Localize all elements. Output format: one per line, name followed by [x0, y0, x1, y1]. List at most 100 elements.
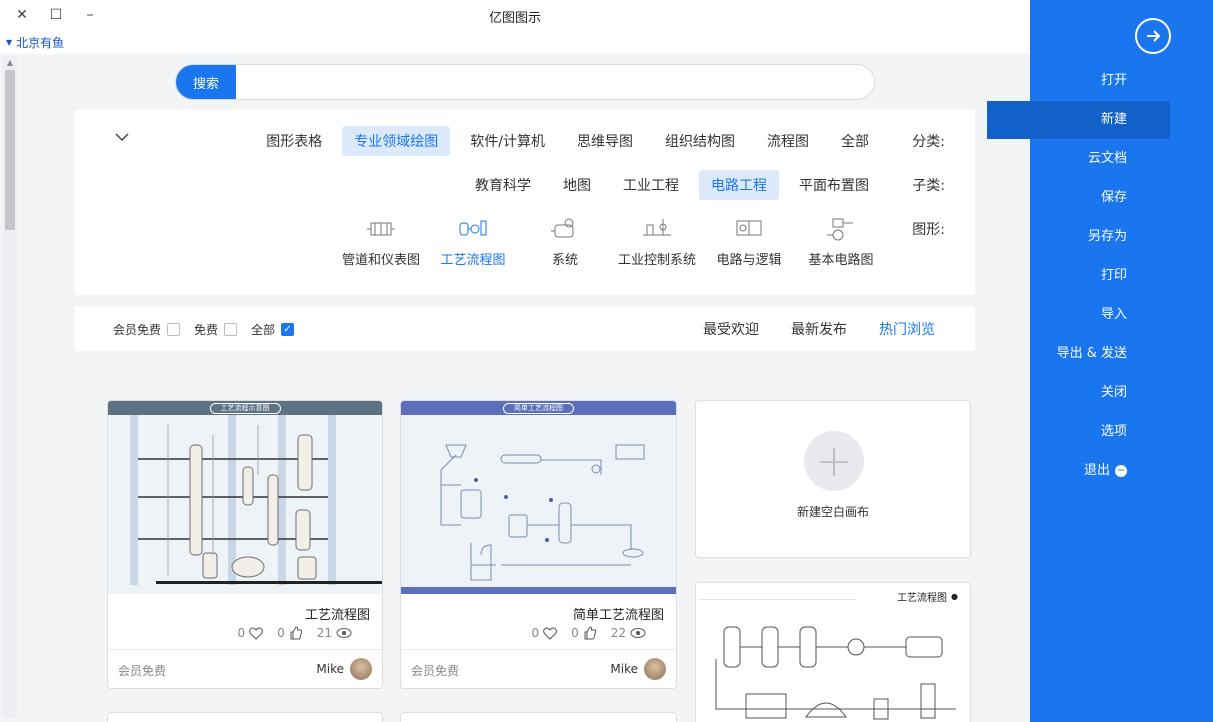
sidebar-item-save[interactable]: 保存 — [987, 179, 1170, 217]
category-org-chart[interactable]: 组织结构图 — [653, 126, 747, 156]
back-arrow-icon[interactable] — [1135, 18, 1171, 54]
plus-icon[interactable]: + — [804, 431, 864, 491]
title-bar: ✕ ☐ – 亿图图示 — [0, 0, 1030, 30]
filter-member-free[interactable]: 会员免费 — [113, 321, 181, 338]
likes-count: 0 — [571, 626, 579, 640]
filter-free[interactable]: 免费 — [194, 321, 238, 338]
author[interactable]: Mike — [610, 658, 666, 680]
template-title: 简单工艺流程图 — [572, 608, 664, 623]
sidebar-item-new[interactable]: 新建 — [987, 101, 1170, 139]
caret-down-icon: ▼ — [6, 38, 13, 47]
sidebar-item-label: 新建 — [1100, 112, 1127, 127]
template-thumbnail[interactable]: 工艺流程示意图 — [108, 401, 382, 594]
sidebar-item-label: 云文档 — [1087, 151, 1127, 166]
thumbnail-title: 工艺流程示意图 — [209, 402, 281, 414]
author-name: Mike — [316, 662, 344, 676]
chevron-down-icon[interactable] — [115, 130, 129, 146]
category-flowchart[interactable]: 流程图 — [755, 126, 821, 156]
tab-popular[interactable]: 最受欢迎 — [703, 319, 759, 339]
template-card[interactable]: 简单工艺流程图 简单工艺流程图 22 0 0 Mike 会员免费 — [400, 400, 677, 689]
template-stats: 22 0 0 — [531, 626, 646, 640]
sidebar-item-open[interactable]: 打开 — [987, 62, 1170, 100]
template-footer: Mike 会员免费 — [401, 649, 676, 688]
shape-circuit-logic[interactable]: 电路与逻辑 — [709, 215, 789, 268]
thumbnail-header: 简单工艺流程图 — [401, 401, 676, 415]
sidebar-item-import[interactable]: 导入 — [987, 296, 1170, 334]
favorites-stat[interactable]: 0 — [531, 626, 557, 640]
template-card-peek[interactable] — [400, 712, 677, 722]
filter-all[interactable]: ✓ 全部 — [251, 321, 295, 338]
subcategory-circuit[interactable]: 电路工程 — [699, 170, 779, 200]
scroll-thumb[interactable] — [5, 70, 15, 230]
tab-hot[interactable]: 热门浏览 — [879, 319, 935, 339]
exit-icon: − — [1115, 465, 1127, 477]
subcategory-industrial[interactable]: 工业工程 — [611, 170, 691, 200]
sidebar-item-options[interactable]: 选项 — [987, 413, 1170, 451]
likes-count: 0 — [277, 626, 285, 640]
process-diagram-thumbnail — [698, 599, 956, 720]
checkbox-checked-icon[interactable]: ✓ — [281, 323, 295, 336]
window-title: 亿图图示 — [488, 11, 541, 26]
sidebar-item-label: 选项 — [1100, 424, 1127, 439]
shape-piping-instrument[interactable]: 管道和仪表图 — [341, 215, 421, 268]
logic-gate-icon — [731, 215, 767, 243]
heart-icon — [543, 627, 557, 640]
likes-stat[interactable]: 0 — [571, 626, 597, 640]
subcategory-education[interactable]: 教育科学 — [463, 170, 543, 200]
sort-tabs: 热门浏览 最新发布 最受欢迎 — [703, 319, 935, 339]
language-label: 北京有鱼 — [16, 36, 65, 50]
search-box[interactable]: 搜索 — [175, 64, 875, 100]
search-button[interactable]: 搜索 — [176, 65, 236, 99]
category-software[interactable]: 软件/计算机 — [458, 126, 557, 156]
sidebar-item-export[interactable]: 导出 & 发送 — [987, 335, 1170, 373]
template-stats: 21 0 0 — [237, 626, 352, 640]
sidebar-item-cloud-docs[interactable]: 云文档 — [987, 140, 1170, 178]
category-graphic-table[interactable]: 图形表格 — [254, 126, 334, 156]
category-professional[interactable]: 专业领域绘图 — [342, 126, 451, 156]
filter-bar: 热门浏览 最新发布 最受欢迎 ✓ 全部 免费 会员免费 — [75, 306, 975, 351]
category-all[interactable]: 全部 — [829, 126, 881, 156]
thumbs-up-icon — [290, 626, 302, 640]
avatar — [350, 658, 372, 680]
tab-latest[interactable]: 最新发布 — [791, 319, 847, 339]
scroll-up-icon[interactable]: ▲ — [3, 56, 17, 68]
shape-name: 电路与逻辑 — [716, 253, 782, 268]
sidebar-item-print[interactable]: 打印 — [987, 257, 1170, 295]
sidebar-item-label: 打印 — [1100, 268, 1127, 283]
sidebar-item-exit[interactable]: − 退出 — [987, 452, 1170, 490]
shape-system[interactable]: 系统 — [525, 215, 605, 268]
template-thumbnail[interactable]: 简单工艺流程图 — [401, 401, 676, 594]
template-card-peek[interactable] — [107, 712, 383, 722]
sidebar-item-save-as[interactable]: 另存为 — [987, 218, 1170, 256]
vertical-scrollbar[interactable]: ▲ — [3, 56, 17, 718]
shape-basic-circuit[interactable]: 基本电路图 — [801, 215, 881, 268]
checkbox-icon[interactable] — [167, 323, 181, 336]
filter-label: 会员免费 — [113, 323, 162, 337]
sidebar-item-label: 退出 — [1083, 463, 1110, 478]
checkbox-icon[interactable] — [224, 323, 238, 336]
subcategory-floorplan[interactable]: 平面布置图 — [787, 170, 881, 200]
language-selector[interactable]: ▼ 北京有鱼 — [6, 34, 64, 51]
shape-industrial-control[interactable]: 工业控制系统 — [617, 215, 697, 268]
eye-icon — [336, 628, 352, 638]
views-count: 21 — [316, 626, 332, 640]
template-footer: Mike 会员免费 — [108, 649, 382, 688]
author[interactable]: Mike — [316, 658, 372, 680]
category-label: 分类: — [912, 134, 945, 150]
template-card[interactable]: 工艺流程示意图 工艺流程图 21 0 0 Mike 会员免费 — [107, 400, 383, 689]
piping-icon — [363, 215, 399, 243]
shapes-label: 图形: — [912, 222, 945, 238]
favorites-stat[interactable]: 0 — [237, 626, 263, 640]
exit-wrap: − 退出 — [1084, 452, 1127, 490]
template-title: 工艺流程图 — [304, 608, 370, 623]
sidebar-item-close[interactable]: 关闭 — [987, 374, 1170, 412]
category-mindmap[interactable]: 思维导图 — [565, 126, 645, 156]
new-blank-canvas-card[interactable]: + 新建空白画布 — [695, 400, 971, 558]
shape-process-flow[interactable]: 工艺流程图 — [433, 215, 513, 268]
template-card-partial[interactable]: ● 工艺流程图 — [695, 582, 971, 722]
shape-name: 管道和仪表图 — [341, 253, 420, 268]
likes-stat[interactable]: 0 — [277, 626, 303, 640]
shapes-row: 图形: 基本电路图 电路与逻辑 工业控制系统 系统 工艺流程图 管道和仪表图 — [329, 215, 945, 268]
subcategory-map[interactable]: 地图 — [551, 170, 603, 200]
process-flow-icon — [455, 215, 491, 243]
